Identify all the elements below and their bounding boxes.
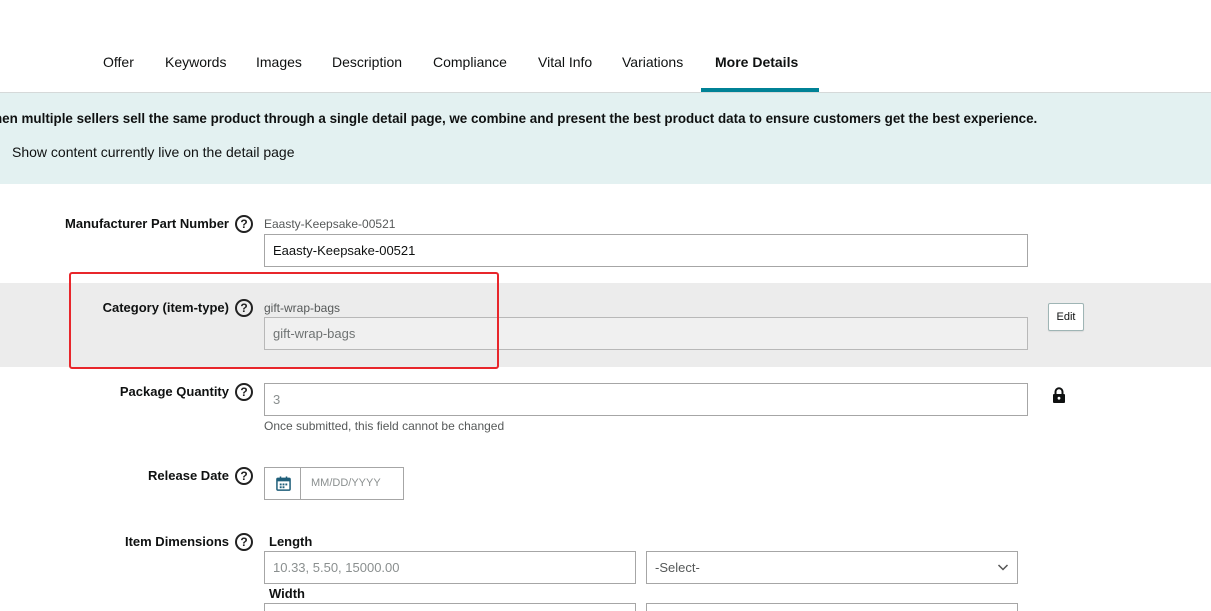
item-dimensions-help-icon[interactable]: ? (235, 533, 253, 551)
category-edit-button[interactable]: Edit (1048, 303, 1084, 331)
banner-message: hen multiple sellers sell the same produ… (0, 111, 1038, 126)
manufacturer-part-number-input[interactable]: Eaasty-Keepsake-00521 (264, 234, 1028, 267)
tab-vital-info[interactable]: Vital Info (538, 54, 592, 70)
info-banner: hen multiple sellers sell the same produ… (0, 93, 1211, 184)
package-quantity-input[interactable]: 3 (264, 383, 1028, 416)
release-date-input[interactable]: MM/DD/YYYY (264, 467, 404, 500)
package-quantity-help-icon[interactable]: ? (235, 383, 253, 401)
lock-icon (1053, 387, 1065, 403)
package-quantity-label: Package Quantity (119, 384, 229, 399)
tab-description[interactable]: Description (332, 54, 402, 70)
width-label: Width (269, 586, 305, 601)
package-quantity-hint: Once submitted, this field cannot be cha… (264, 419, 505, 433)
release-date-help-icon[interactable]: ? (235, 467, 253, 485)
annotation-highlight-box (69, 272, 499, 369)
tab-keywords[interactable]: Keywords (165, 54, 226, 70)
manufacturer-part-number-help-icon[interactable]: ? (235, 215, 253, 233)
chevron-down-icon (997, 564, 1009, 571)
tab-bar: Offer Keywords Images Description Compli… (0, 0, 1211, 93)
calendar-icon (276, 476, 291, 491)
manufacturer-part-number-current-value: Eaasty-Keepsake-00521 (264, 217, 396, 231)
tab-images[interactable]: Images (256, 54, 302, 70)
tab-offer[interactable]: Offer (103, 54, 134, 70)
manufacturer-part-number-label: Manufacturer Part Number (65, 216, 229, 231)
length-label: Length (269, 534, 313, 549)
release-date-label: Release Date (148, 468, 229, 483)
width-input[interactable] (264, 603, 636, 611)
release-date-placeholder: MM/DD/YYYY (311, 477, 381, 489)
length-input[interactable]: 10.33, 5.50, 15000.00 (264, 551, 636, 584)
length-unit-select[interactable]: -Select- (646, 551, 1018, 584)
tab-compliance[interactable]: Compliance (433, 54, 507, 70)
tab-more-details[interactable]: More Details (715, 54, 798, 70)
length-unit-selected: -Select- (655, 560, 700, 575)
item-dimensions-label: Item Dimensions (124, 534, 229, 549)
calendar-button[interactable] (265, 468, 301, 499)
active-tab-indicator (701, 88, 819, 92)
width-unit-select[interactable] (646, 603, 1018, 611)
show-live-content-link[interactable]: Show content currently live on the detai… (12, 144, 295, 160)
tab-variations[interactable]: Variations (622, 54, 683, 70)
